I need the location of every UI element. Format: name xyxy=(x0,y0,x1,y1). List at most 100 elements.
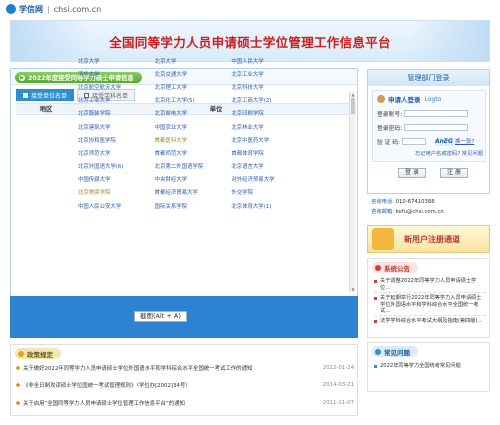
refresh-captcha-link[interactable]: 换一张? xyxy=(455,137,474,145)
policy-item[interactable]: 关于启用“全国同等学力人员申请硕士学位管理工作信息平台”的通知 2011-11-… xyxy=(15,398,354,408)
bullet-icon xyxy=(374,297,377,300)
new-user-register-banner[interactable]: 新用户注册通道 xyxy=(367,225,490,253)
institution-link[interactable]: 北京工商大学(2) xyxy=(231,96,308,104)
institution-link[interactable]: 北京林业大学 xyxy=(231,123,308,131)
institution-link[interactable]: 北京服装学院 xyxy=(78,109,155,117)
notice-item[interactable]: 关于延期举行2022年同等学力人员申请硕士学位外国语水平和学科综合水平全国统一考… xyxy=(374,295,486,315)
institution-link[interactable]: 北京工业大学 xyxy=(231,70,308,78)
institution-link[interactable]: 北京印刷学院 xyxy=(231,109,308,117)
institution-link[interactable]: 北京化工大学(5) xyxy=(155,96,232,104)
scrollbar-thumb[interactable] xyxy=(351,98,355,114)
faq-item[interactable]: 2022年同等学力全国统考常见问题 xyxy=(374,363,486,370)
institution-link[interactable]: 北京物资学院 xyxy=(78,188,155,196)
register-button[interactable]: 注 册 xyxy=(440,168,468,178)
institution-link[interactable]: 中国人民大学 xyxy=(231,57,308,65)
notice-item[interactable]: 关于调整2022年同等学力人员申请硕士学位... xyxy=(374,278,486,291)
institution-link[interactable]: 北京语言大学 xyxy=(231,162,308,170)
site-domain: chsi.com.cn xyxy=(53,4,102,14)
captcha-label: 验 证 码: xyxy=(377,140,401,146)
institution-link[interactable]: 国际关系学院 xyxy=(155,202,232,210)
captcha-row: 验 证 码: xyxy=(377,137,427,146)
notice-link[interactable]: 关于调整2022年同等学力人员申请硕士学位... xyxy=(380,278,486,291)
institution-link[interactable]: 清华大学 xyxy=(78,70,155,78)
contact-phone: 咨询电话: 010-67410388 xyxy=(371,197,435,205)
institution-link[interactable]: 北京中医药大学 xyxy=(231,136,308,144)
institution-link[interactable]: 北京大学 xyxy=(155,57,232,65)
tab-institutions[interactable]: 接受单位名单 xyxy=(16,89,75,101)
policy-date: 2011-11-07 xyxy=(322,400,354,406)
bullet-icon xyxy=(374,280,377,283)
institution-link[interactable]: 首都经济贸易大学 xyxy=(155,188,232,196)
password-input[interactable] xyxy=(404,124,469,131)
email-value[interactable]: kefu@chsi.com.cn xyxy=(396,209,444,215)
institution-link[interactable]: 中央财经大学 xyxy=(155,175,232,183)
institution-link[interactable]: 北京大学 xyxy=(78,57,155,65)
institution-link[interactable]: 中国人民公安大学 xyxy=(78,202,155,210)
institution-link[interactable]: 对外经济贸易大学 xyxy=(231,175,308,183)
institution-link[interactable]: 北京航空航天大学 xyxy=(78,83,155,91)
institution-link[interactable]: 北京科技大学 xyxy=(231,83,308,91)
bullet-icon xyxy=(375,264,381,271)
institution-link[interactable]: 北京建筑大学 xyxy=(78,123,155,131)
institution-link[interactable]: 北京外国语大学(6) xyxy=(78,162,155,170)
username-input[interactable] xyxy=(404,110,469,117)
chsi-logo-icon[interactable] xyxy=(6,4,16,14)
policy-link[interactable]: 关于启用“全国同等学力人员申请硕士学位管理工作信息平台”的通知 xyxy=(23,399,309,407)
institution-link[interactable]: 首都体育学院 xyxy=(231,149,308,157)
notice-title-pill: 系统公告 xyxy=(372,262,418,273)
login-button[interactable]: 登 录 xyxy=(398,168,426,178)
admin-login-link[interactable]: 管理部门登录 xyxy=(368,70,489,86)
institution-link[interactable]: 北方工业大学 xyxy=(78,96,155,104)
institution-link[interactable]: 北京协和医学院 xyxy=(78,136,155,144)
faq-title: 常见问题 xyxy=(384,348,410,357)
screenshot-shortcut-badge[interactable]: 截图(Alt + A) xyxy=(134,311,187,322)
captcha-input[interactable] xyxy=(402,138,427,145)
divider xyxy=(374,292,486,293)
bullet-icon xyxy=(15,400,21,406)
scroll-down-icon[interactable]: ▼ xyxy=(350,287,356,292)
policies-title: 政策规定 xyxy=(27,350,53,359)
institution-row: 北京大学 北京大学 中国人民大学 xyxy=(78,54,308,67)
policies-title-pill: 政策规定 xyxy=(15,348,61,359)
column-header-region: 地区 xyxy=(39,106,53,113)
policies-panel: 政策规定 关于做好2022年同等学力人员申请硕士学位外国语水平和学科综合水平全国… xyxy=(10,344,358,416)
new-user-register-label: 新用户注册通道 xyxy=(404,234,460,244)
policy-item[interactable]: 《非全日制攻读硕士学位国统一考试管理规则》（学位办[2002]34号） 2014… xyxy=(15,380,354,390)
institution-link[interactable]: 北京邮电大学 xyxy=(155,109,232,117)
policy-date: 2022-01-24 xyxy=(322,365,354,371)
captcha-image: AnEG xyxy=(435,137,453,146)
policy-item[interactable]: 关于做好2022年同等学力人员申请硕士学位外国语水平和学科综合水平全国统一考试工… xyxy=(15,363,354,373)
forgot-password-link[interactable]: 忘记用户名或密码? 常见问题 xyxy=(377,149,483,157)
login-title: 申请人登录 Logto xyxy=(377,94,441,104)
bullet-icon xyxy=(18,350,24,357)
notice-title: 系统公告 xyxy=(384,264,410,273)
notice-link[interactable]: 法学学科综合水平考试大纲及指南(第四版)... xyxy=(380,318,482,325)
institution-link[interactable]: 北京师范大学 xyxy=(78,149,155,157)
institution-link[interactable]: 外交学院 xyxy=(231,188,308,196)
policy-link[interactable]: 关于做好2022年同等学力人员申请硕士学位外国语水平和学科综合水平全国统一考试工… xyxy=(23,364,309,372)
scroll-up-icon[interactable]: ▲ xyxy=(350,92,356,97)
institution-link[interactable]: 中国农业大学 xyxy=(155,123,232,131)
phone-label: 咨询电话: xyxy=(371,199,394,205)
institution-link[interactable]: 北京交通大学 xyxy=(155,70,232,78)
institution-row: 北京物资学院 首都经济贸易大学 外交学院 xyxy=(78,186,308,199)
institution-link[interactable]: 首都师范大学 xyxy=(155,149,232,157)
email-label: 咨询邮箱: xyxy=(371,209,394,215)
institution-link[interactable]: 首都医科大学 xyxy=(155,136,232,144)
institution-row: 北京建筑大学 中国农业大学 北京林业大学 xyxy=(78,120,308,133)
notice-item[interactable]: 法学学科综合水平考试大纲及指南(第四版)... xyxy=(374,318,486,325)
divider xyxy=(374,315,486,316)
institution-link[interactable]: 北京理工大学 xyxy=(155,83,232,91)
faq-link[interactable]: 2022年同等学力全国统考常见问题 xyxy=(380,363,461,370)
login-title-text: 申请人登录 xyxy=(388,96,421,104)
notice-link[interactable]: 关于延期举行2022年同等学力人员申请硕士学位外国语水平和学科综合水平全国统一考… xyxy=(380,295,486,315)
institution-link[interactable]: 北京第二外国语学院 xyxy=(155,162,232,170)
vertical-scrollbar[interactable]: ▲ ▼ xyxy=(349,92,355,292)
institution-link[interactable]: 北京体育大学(1) xyxy=(231,202,308,210)
institution-link[interactable]: 中国传媒大学 xyxy=(78,175,155,183)
logto-link[interactable]: Logto xyxy=(425,96,442,103)
bullet-icon xyxy=(374,365,377,368)
password-label: 登录密码: xyxy=(377,126,403,132)
policy-link[interactable]: 《非全日制攻读硕士学位国统一考试管理规则》（学位办[2002]34号） xyxy=(23,381,309,389)
brand-name[interactable]: 学信网 xyxy=(19,4,43,15)
